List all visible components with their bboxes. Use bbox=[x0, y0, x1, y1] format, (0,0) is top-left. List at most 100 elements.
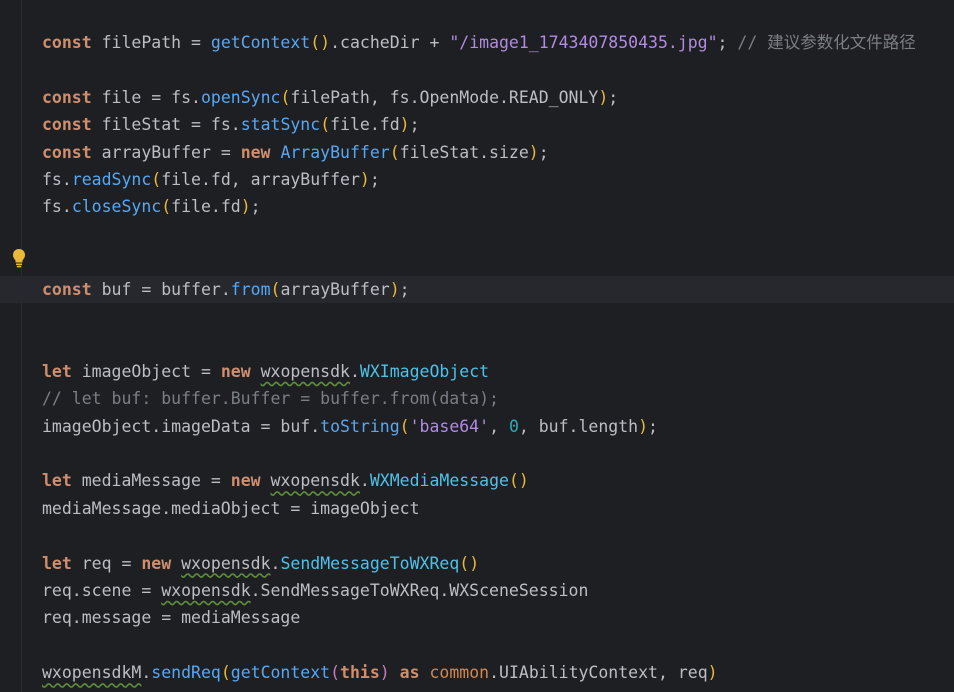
intention-bulb-icon[interactable] bbox=[11, 248, 27, 268]
code-token: getContext bbox=[210, 33, 311, 52]
code-token: buf. bbox=[270, 416, 321, 436]
code-token: 0 bbox=[508, 416, 519, 436]
code-line[interactable]: fs.closeSync(file.fd); bbox=[0, 193, 954, 220]
code-line[interactable]: const buf = buffer.from(arrayBuffer); bbox=[0, 275, 954, 303]
code-token: = bbox=[260, 416, 271, 436]
code-line[interactable] bbox=[0, 248, 954, 275]
code-line-text: const arrayBuffer = new ArrayBuffer(file… bbox=[42, 139, 549, 166]
code-token: new bbox=[240, 142, 271, 162]
code-line-text: imageObject.imageData = buf.toString('ba… bbox=[42, 413, 658, 440]
code-token: common bbox=[429, 663, 490, 683]
code-token: = bbox=[141, 581, 152, 600]
code-line-text: mediaMessage.mediaObject = imageObject bbox=[42, 495, 420, 522]
code-line[interactable] bbox=[0, 632, 954, 659]
code-token: () bbox=[459, 553, 480, 573]
code-token: = bbox=[290, 498, 301, 518]
code-token: . bbox=[270, 553, 281, 573]
code-token: ) bbox=[379, 663, 390, 683]
code-token: getContext bbox=[230, 663, 331, 683]
code-line[interactable] bbox=[0, 330, 954, 357]
code-editor[interactable]: const filePath = getContext().cacheDir +… bbox=[0, 0, 954, 692]
code-line[interactable]: const arrayBuffer = new ArrayBuffer(file… bbox=[0, 139, 954, 166]
code-line-text: let req = new wxopensdk.SendMessageToWXR… bbox=[42, 550, 479, 577]
code-token: = bbox=[161, 608, 172, 628]
code-line[interactable]: // let buf: buffer.Buffer = buffer.from(… bbox=[0, 385, 954, 412]
code-token: new bbox=[220, 361, 251, 381]
code-token: ) bbox=[598, 87, 609, 107]
code-line[interactable]: let mediaMessage = new wxopensdk.WXMedia… bbox=[0, 467, 954, 494]
code-token: . bbox=[141, 663, 152, 683]
code-token: = bbox=[220, 142, 231, 162]
code-line[interactable] bbox=[0, 522, 954, 549]
code-token: = bbox=[200, 361, 211, 381]
code-token: ( bbox=[161, 197, 172, 217]
code-line-text: fs.closeSync(file.fd); bbox=[42, 193, 261, 220]
code-line-text: const fileStat = fs.statSync(file.fd); bbox=[42, 111, 420, 138]
code-token: fileStat.size bbox=[399, 142, 529, 162]
code-line[interactable]: let imageObject = new wxopensdk.WXImageO… bbox=[0, 358, 954, 385]
code-token: fs. bbox=[161, 87, 201, 107]
code-line[interactable]: fs.readSync(file.fd, arrayBuffer); bbox=[0, 166, 954, 193]
code-line[interactable] bbox=[0, 56, 954, 83]
code-token: buffer. bbox=[151, 279, 231, 299]
code-token: readSync bbox=[71, 170, 152, 189]
code-line[interactable] bbox=[0, 440, 954, 467]
code-token: req bbox=[71, 553, 122, 573]
code-token: .cacheDir bbox=[330, 33, 430, 52]
code-line[interactable]: req.message = mediaMessage bbox=[0, 604, 954, 631]
code-line[interactable] bbox=[0, 221, 954, 248]
code-line[interactable] bbox=[0, 303, 954, 330]
code-token: toString bbox=[320, 416, 400, 436]
code-token: // 建议参数化文件路径 bbox=[737, 33, 916, 52]
code-token: wxopensdk bbox=[181, 553, 271, 573]
code-token: ) bbox=[399, 115, 410, 135]
code-token: ; bbox=[399, 279, 410, 299]
code-token: ArrayBuffer bbox=[280, 142, 390, 162]
code-token: ) bbox=[389, 279, 400, 299]
code-token: new bbox=[230, 471, 261, 491]
code-line[interactable]: const filePath = getContext().cacheDir +… bbox=[0, 29, 954, 56]
code-line-text: let imageObject = new wxopensdk.WXImageO… bbox=[42, 358, 489, 385]
code-line-text: fs.readSync(file.fd, arrayBuffer); bbox=[42, 166, 380, 193]
code-line[interactable]: let req = new wxopensdk.SendMessageToWXR… bbox=[0, 550, 954, 577]
code-token: wxopensdkM bbox=[42, 663, 142, 683]
code-token: = bbox=[151, 87, 162, 107]
code-line[interactable]: wxopensdkM.sendReq(getContext(this) as c… bbox=[0, 659, 954, 686]
code-token: as bbox=[399, 663, 420, 683]
code-line-text: let mediaMessage = new wxopensdk.WXMedia… bbox=[42, 467, 529, 494]
code-line[interactable]: mediaMessage.mediaObject = imageObject bbox=[0, 495, 954, 522]
code-token: wxopensdk bbox=[161, 581, 251, 600]
code-line-text: const filePath = getContext().cacheDir +… bbox=[42, 29, 916, 56]
code-token: filePath, fs.OpenMode.READ_ONLY bbox=[290, 87, 599, 107]
code-token: . bbox=[359, 471, 370, 491]
code-token: SendMessageToWXReq bbox=[280, 553, 460, 573]
code-line[interactable]: imageObject.imageData = buf.toString('ba… bbox=[0, 413, 954, 440]
code-token: ) bbox=[359, 170, 370, 189]
code-line[interactable]: const fileStat = fs.statSync(file.fd); bbox=[0, 111, 954, 138]
code-token: sendReq bbox=[151, 663, 221, 683]
code-token: let bbox=[42, 553, 72, 573]
code-line[interactable]: req.scene = wxopensdk.SendMessageToWXReq… bbox=[0, 577, 954, 604]
code-token: arrayBuffer bbox=[91, 142, 221, 162]
code-token: ( bbox=[399, 416, 410, 436]
code-token: ; bbox=[409, 115, 420, 135]
code-token: imageObject.imageData bbox=[42, 416, 261, 436]
code-token: ; bbox=[250, 197, 261, 217]
code-token: from bbox=[230, 279, 271, 299]
code-token: ( bbox=[320, 115, 331, 135]
code-token: fs. bbox=[42, 197, 72, 217]
code-line[interactable]: const file = fs.openSync(filePath, fs.Op… bbox=[0, 84, 954, 111]
code-token: fs. bbox=[200, 115, 241, 135]
code-token: = bbox=[210, 471, 221, 491]
code-token: // let buf: buffer.Buffer = buffer.from(… bbox=[42, 389, 499, 409]
code-token: ( bbox=[280, 87, 291, 107]
code-token: const bbox=[42, 115, 92, 135]
